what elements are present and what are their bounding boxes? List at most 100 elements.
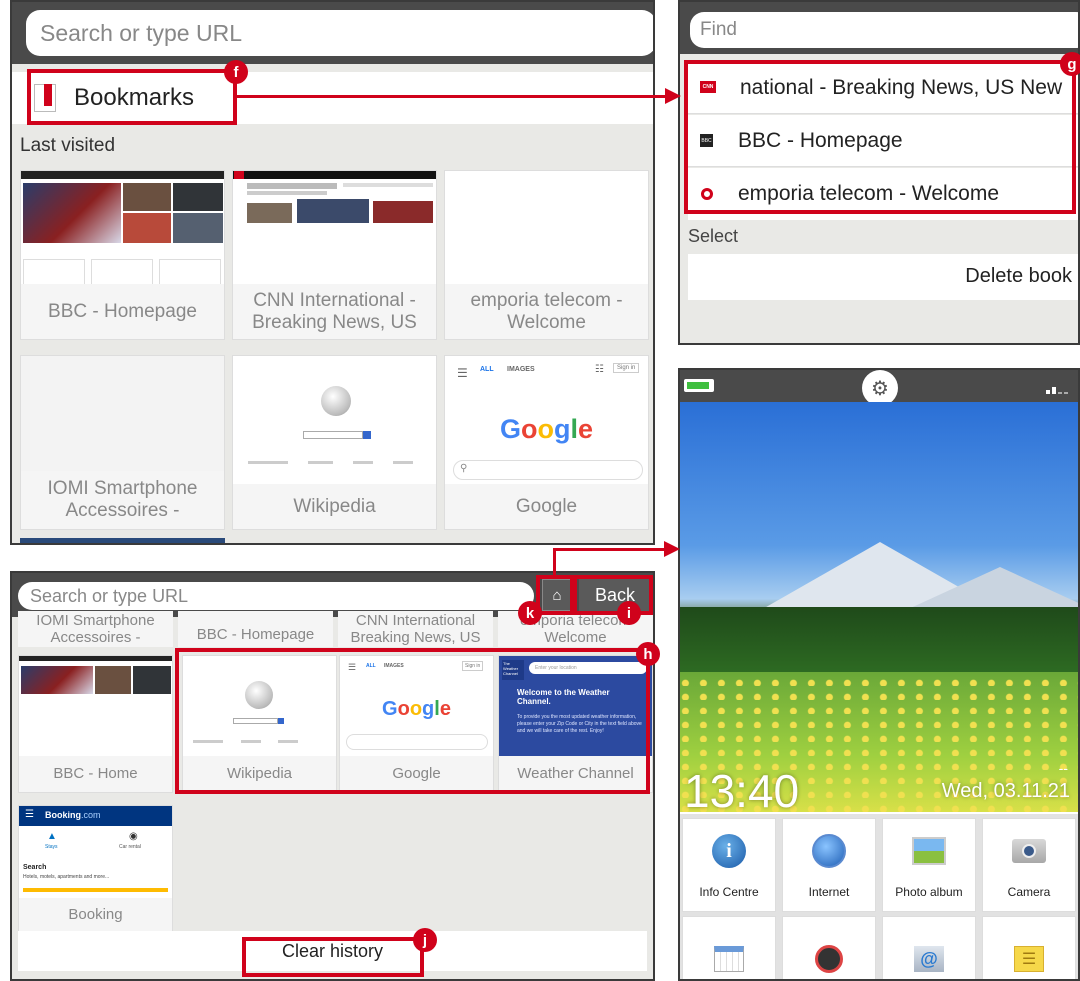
tile-label: Photo album xyxy=(895,885,963,899)
tile-email[interactable]: @ xyxy=(882,916,976,979)
caption-line-1: emporia telecom - xyxy=(470,289,623,311)
history-item-bbc-home[interactable]: BBC - Home xyxy=(18,655,173,793)
thumb-caption: CNN International Breaking News, US xyxy=(338,611,493,647)
booking-logo: Booking.com xyxy=(45,810,101,820)
thumb-iomi[interactable]: IOMI Smartphone Accessoires - xyxy=(20,355,225,530)
search-url-placeholder: Search or type URL xyxy=(30,585,189,606)
tile-notes[interactable]: ☰ xyxy=(982,916,1076,979)
globe-icon xyxy=(809,831,849,871)
caption-line-1: BBC - Homepage xyxy=(196,625,315,643)
annotation-arrowhead-k xyxy=(664,541,680,557)
camera-icon xyxy=(1009,831,1049,871)
thumb-caption: Booking xyxy=(19,898,172,932)
history-item-cnn[interactable]: CNN International Breaking News, US xyxy=(338,611,493,647)
annotation-box-k xyxy=(536,575,574,615)
home-screen-panel: ⚙ 13:40 -- Wed, 03.11.21 i Info Centre I… xyxy=(678,368,1080,981)
search-url-placeholder: Search or type URL xyxy=(40,19,242,46)
menu-icon: ☰ xyxy=(25,809,34,820)
cnn-preview xyxy=(233,171,436,281)
forest-band xyxy=(680,607,1078,672)
thumb-wikipedia[interactable]: Wikipedia xyxy=(232,355,437,530)
annotation-badge-f: f xyxy=(224,60,248,84)
booking-stays: Stays xyxy=(45,844,58,850)
tile-label: Camera xyxy=(1007,885,1051,899)
thumb-caption: IOMI Smartphone Accessoires - xyxy=(18,611,173,647)
tile-alarm[interactable] xyxy=(782,916,876,979)
booking-car-rental: Car rental xyxy=(119,844,141,850)
select-heading: Select xyxy=(688,226,739,246)
thumb-bbc[interactable]: BBC - Homepage xyxy=(20,170,225,340)
thumb-emporia[interactable]: emporia telecom - Welcome xyxy=(444,170,649,340)
thumb-caption: BBC - Home xyxy=(19,756,172,792)
caption-line-2: Breaking News, US xyxy=(350,629,481,646)
search-icon: ⚲ xyxy=(460,463,468,474)
search-url-input[interactable]: Search or type URL xyxy=(18,582,534,610)
caption-line-1: BBC - Home xyxy=(53,765,138,783)
annotation-box-i xyxy=(573,575,653,615)
tile-info-centre[interactable]: i Info Centre xyxy=(682,818,776,912)
annotation-badge-j: j xyxy=(413,928,437,952)
caption-line-1: IOMI Smartphone xyxy=(47,478,198,500)
car-icon: ◉ xyxy=(129,831,138,842)
delete-bookmark-label: Delete book xyxy=(965,265,1072,287)
google-preview: ☰ ALL IMAGES ☷ Sign in Google ⚲ xyxy=(445,356,648,486)
settings-gear-icon[interactable]: ⚙ xyxy=(862,370,898,406)
annotation-box-g xyxy=(684,60,1076,214)
thumb-caption: CNN International - Breaking News, US xyxy=(233,284,436,339)
thumb-google[interactable]: ☰ ALL IMAGES ☷ Sign in Google ⚲ Google xyxy=(444,355,649,530)
caption-line-2: Accessoires - xyxy=(65,500,180,521)
wallpaper: 13:40 -- Wed, 03.11.21 xyxy=(680,402,1078,812)
bbc-preview xyxy=(19,656,172,756)
history-item-booking[interactable]: ☰ Booking.com ▲ Stays ◉ Car rental Searc… xyxy=(18,805,173,933)
caption-line-1: Booking xyxy=(68,906,123,924)
menu-icon: ☰ xyxy=(457,366,468,380)
app-grid: i Info Centre Internet Photo album Camer… xyxy=(680,814,1078,979)
tile-photo-album[interactable]: Photo album xyxy=(882,818,976,912)
thumb-caption: IOMI Smartphone Accessoires - xyxy=(21,471,224,529)
bed-icon: ▲ xyxy=(47,831,57,842)
annotation-box-f xyxy=(27,69,237,125)
caption-line-2: Welcome xyxy=(507,311,586,333)
photo-icon xyxy=(909,831,949,871)
caption-line-1: CNN International xyxy=(355,611,476,629)
booking-brand: Booking xyxy=(45,810,81,820)
booking-search-title: Search xyxy=(23,864,47,871)
last-visited-heading: Last visited xyxy=(20,135,116,156)
alarm-clock-icon xyxy=(809,939,849,979)
google-tab-all: ALL xyxy=(480,366,494,373)
caption-line-1: BBC - Homepage xyxy=(48,300,197,322)
wikipedia-preview xyxy=(233,356,436,476)
delete-bookmark-button[interactable]: Delete book xyxy=(688,254,1078,300)
find-input[interactable]: Find xyxy=(690,12,1078,48)
annotation-box-j xyxy=(242,937,424,977)
tile-calendar[interactable] xyxy=(682,916,776,979)
tile-camera[interactable]: Camera xyxy=(982,818,1076,912)
bbc-preview xyxy=(21,171,224,289)
battery-icon xyxy=(684,379,714,392)
history-item-bbc[interactable]: BBC - Homepage xyxy=(178,611,333,647)
info-icon: i xyxy=(709,831,749,871)
thumb-caption: BBC - Homepage xyxy=(21,284,224,339)
history-item-iomi[interactable]: IOMI Smartphone Accessoires - xyxy=(18,611,173,647)
search-url-input[interactable]: Search or type URL xyxy=(26,10,653,56)
thumb-cnn[interactable]: CNN International - Breaking News, US xyxy=(232,170,437,340)
caption-line-2: Accessoires - xyxy=(50,629,141,646)
apps-grid-icon: ☷ xyxy=(595,364,604,375)
annotation-badge-g: g xyxy=(1060,52,1080,76)
annotation-arrow-k xyxy=(553,548,556,576)
annotation-arrow-k xyxy=(553,548,665,551)
find-bar-frame: Find xyxy=(680,2,1078,54)
annotation-box-h xyxy=(175,648,650,794)
google-logo: Google xyxy=(499,414,594,444)
annotation-badge-h: h xyxy=(636,642,660,666)
status-bar: ⚙ xyxy=(680,370,1078,406)
url-bar-frame: Search or type URL xyxy=(12,2,653,64)
tile-internet[interactable]: Internet xyxy=(782,818,876,912)
caption-line-1: IOMI Smartphone xyxy=(36,611,155,629)
wikipedia-globe-icon xyxy=(321,386,351,416)
booking-search-sub: Hotels, motels, apartments and more... xyxy=(23,874,110,880)
tile-label: Internet xyxy=(808,885,850,899)
thumb-caption: emporia telecom - Welcome xyxy=(445,284,648,339)
notes-icon: ☰ xyxy=(1009,939,1049,979)
find-placeholder: Find xyxy=(700,19,737,40)
